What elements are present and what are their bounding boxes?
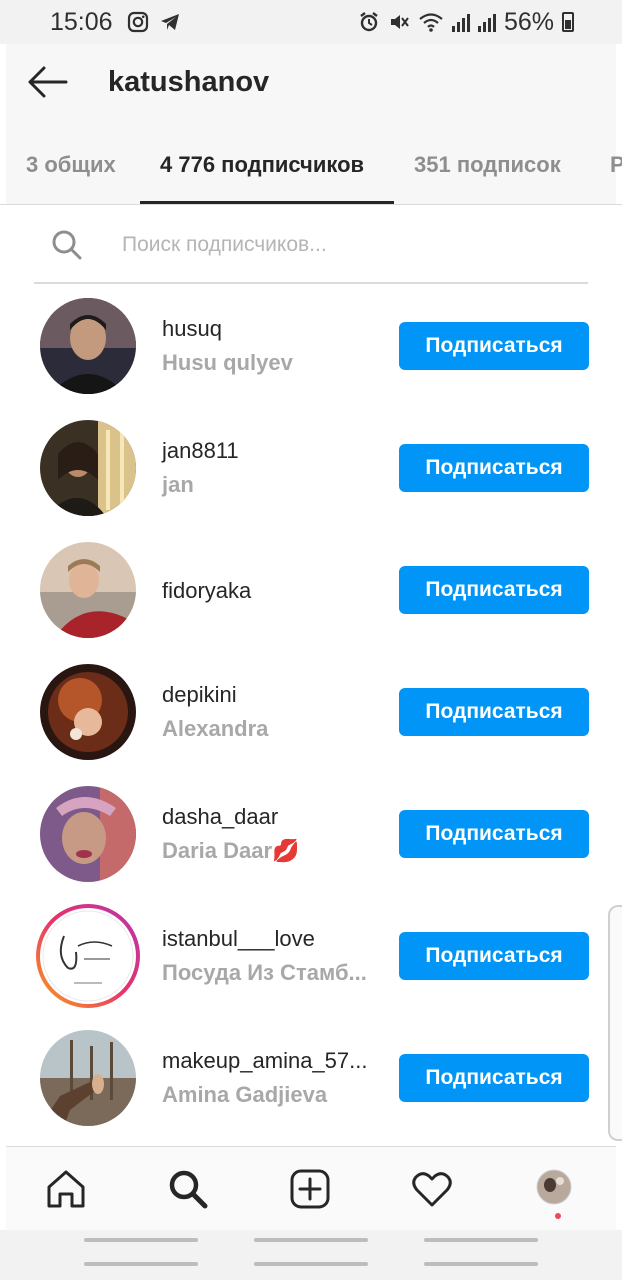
avatar[interactable] bbox=[40, 1030, 136, 1126]
recents-button[interactable] bbox=[84, 1238, 198, 1242]
tab-bar: 3 общих 4 776 подписчиков 351 подписок Р bbox=[6, 144, 622, 204]
recents-button-line bbox=[84, 1262, 198, 1266]
instagram-icon bbox=[127, 11, 148, 33]
follow-button[interactable]: Подписаться bbox=[399, 688, 589, 736]
search-input[interactable] bbox=[120, 224, 560, 266]
tab-mutual[interactable]: 3 общих bbox=[26, 152, 116, 178]
full-name: Daria Daar💋 bbox=[162, 838, 300, 863]
list-item[interactable]: istanbul___love Посуда Из Стамб... Подпи… bbox=[0, 896, 622, 1018]
home-button-line bbox=[254, 1262, 368, 1266]
avatar[interactable] bbox=[40, 786, 136, 882]
telegram-icon bbox=[160, 14, 179, 30]
page-title: katushanov bbox=[108, 66, 270, 98]
follow-button[interactable]: Подписаться bbox=[399, 810, 589, 858]
list-item[interactable]: jan8811 jan Подписаться bbox=[0, 408, 622, 530]
battery-icon bbox=[562, 12, 574, 32]
username[interactable]: istanbul___love bbox=[162, 926, 315, 952]
home-icon[interactable] bbox=[44, 1167, 88, 1211]
wifi-icon bbox=[419, 13, 443, 32]
avatar[interactable] bbox=[40, 298, 136, 394]
follow-button[interactable]: Подписаться bbox=[399, 322, 589, 370]
add-post-icon[interactable] bbox=[288, 1167, 332, 1211]
mute-icon bbox=[390, 15, 409, 29]
search-bar bbox=[34, 214, 588, 284]
list-item[interactable]: dasha_daar Daria Daar💋 Подписаться bbox=[0, 774, 622, 896]
tab-followers[interactable]: 4 776 подписчиков bbox=[160, 152, 364, 178]
notification-dot bbox=[555, 1213, 561, 1219]
arrow-left-icon[interactable] bbox=[26, 64, 70, 100]
tab-following[interactable]: 351 подписок bbox=[414, 152, 561, 178]
avatar[interactable] bbox=[40, 420, 136, 516]
full-name: jan bbox=[162, 472, 194, 497]
follow-button[interactable]: Подписаться bbox=[399, 566, 589, 614]
bottom-nav bbox=[6, 1146, 616, 1230]
system-nav-bar bbox=[0, 1230, 622, 1280]
scrollbar[interactable] bbox=[608, 905, 622, 1141]
status-bar: 15:06 56% bbox=[0, 0, 622, 44]
status-time: 15:06 bbox=[50, 7, 113, 36]
username[interactable]: jan8811 bbox=[162, 438, 239, 464]
back-button-line bbox=[424, 1262, 538, 1266]
full-name: Amina Gadjieva bbox=[162, 1082, 328, 1107]
header: katushanov 3 общих 4 776 подписчиков 351… bbox=[6, 44, 622, 204]
avatar[interactable] bbox=[40, 664, 136, 760]
list-item[interactable]: fidoryaka Подписаться bbox=[0, 530, 622, 652]
alarm-icon bbox=[360, 12, 378, 32]
follow-button[interactable]: Подписаться bbox=[399, 444, 589, 492]
status-right: 56% bbox=[358, 8, 574, 37]
list-item[interactable]: depikini Alexandra Подписаться bbox=[0, 652, 622, 774]
profile-avatar[interactable] bbox=[536, 1169, 572, 1205]
follow-button[interactable]: Подписаться bbox=[399, 932, 589, 980]
list-item[interactable]: makeup_amina_57... Amina Gadjieva Подпис… bbox=[0, 1018, 622, 1140]
signal-icon-2 bbox=[477, 12, 496, 32]
username[interactable]: depikini bbox=[162, 682, 237, 708]
battery-percent: 56% bbox=[503, 7, 554, 36]
username[interactable]: makeup_amina_57... bbox=[162, 1048, 367, 1074]
follow-button[interactable]: Подписаться bbox=[399, 1054, 589, 1102]
search-icon[interactable] bbox=[166, 1167, 210, 1211]
home-button[interactable] bbox=[254, 1238, 368, 1242]
username[interactable]: fidoryaka bbox=[162, 578, 251, 604]
divider bbox=[0, 204, 622, 205]
signal-icon bbox=[451, 12, 470, 32]
heart-icon[interactable] bbox=[410, 1167, 454, 1211]
avatar[interactable] bbox=[40, 542, 136, 638]
list-item[interactable]: husuq Husu qulyev Подписаться bbox=[0, 286, 622, 408]
tab-more[interactable]: Р bbox=[610, 152, 622, 178]
username[interactable]: dasha_daar bbox=[162, 804, 278, 830]
search-icon bbox=[52, 230, 82, 260]
full-name: Alexandra bbox=[162, 716, 269, 741]
avatar[interactable] bbox=[34, 902, 142, 1010]
username[interactable]: husuq bbox=[162, 316, 222, 342]
full-name: Посуда Из Стамб... bbox=[162, 960, 367, 985]
full-name: Husu qulyev bbox=[162, 350, 293, 375]
back-button[interactable] bbox=[424, 1238, 538, 1242]
